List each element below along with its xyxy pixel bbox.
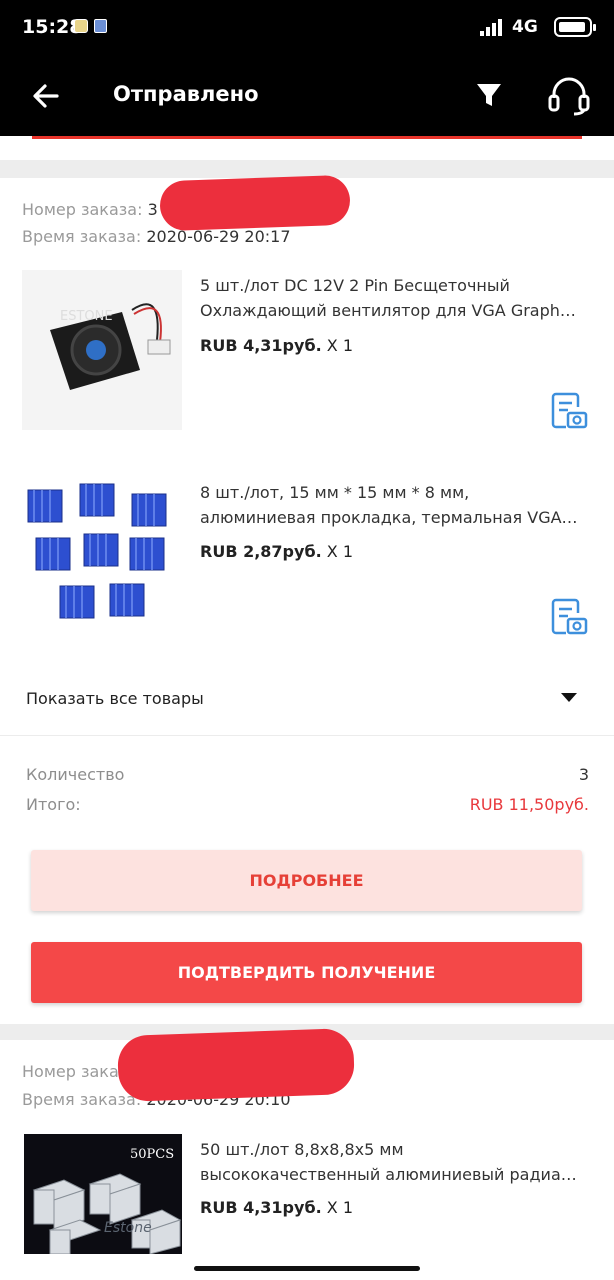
redaction-mark — [159, 174, 351, 232]
order-card: Номер заказа: Время заказа: 2020-06-29 2… — [0, 1027, 614, 1280]
page-title: Отправлено — [113, 82, 259, 106]
show-all-items[interactable]: Показать все товары — [26, 689, 204, 708]
network-type: 4G — [512, 17, 538, 37]
review-button[interactable] — [550, 596, 588, 636]
product-title[interactable]: 8 шт./лот, 15 мм * 15 мм * 8 мм, алюмини… — [200, 480, 592, 530]
order-time: Время заказа: 2020-06-29 20:17 — [22, 227, 291, 246]
arrow-left-icon — [33, 84, 59, 108]
chevron-down-icon[interactable] — [561, 693, 577, 702]
redaction-mark — [116, 1027, 356, 1103]
svg-text:Estone: Estone — [104, 1220, 152, 1236]
status-bar: 15:28 4G — [0, 0, 614, 56]
review-button[interactable] — [550, 390, 588, 430]
signal-icon — [480, 18, 506, 36]
headset-icon — [548, 77, 590, 116]
back-button[interactable] — [28, 78, 64, 114]
battery-icon — [554, 17, 596, 37]
quantity-label: Количество — [26, 765, 125, 784]
product-title[interactable]: 50 шт./лот 8,8х8,8х5 мм высококачественн… — [200, 1137, 592, 1187]
photo-review-icon — [551, 392, 588, 429]
product-price: RUB 4,31руб. X 1 — [200, 1198, 354, 1217]
filter-icon — [477, 84, 501, 106]
product-price: RUB 4,31руб. X 1 — [200, 336, 354, 355]
photo-review-icon — [551, 598, 588, 635]
heatsink-image: 50PCS Estone — [24, 1134, 182, 1254]
fan-image: ESTONE — [22, 270, 182, 430]
support-button[interactable] — [546, 74, 592, 116]
divider — [0, 735, 614, 736]
details-button[interactable]: ПОДРОБНЕЕ — [31, 850, 582, 911]
svg-text:50PCS: 50PCS — [130, 1147, 174, 1162]
total-value: RUB 11,50руб. — [469, 795, 589, 814]
quantity-value: 3 — [578, 765, 589, 784]
total-label: Итого: — [26, 795, 81, 814]
filter-button[interactable] — [474, 78, 504, 112]
product-image[interactable]: ESTONE — [22, 270, 182, 430]
heatsink-image — [22, 476, 182, 636]
order-number: Номер заказа: 3 — [22, 200, 158, 219]
app-header: Отправлено — [0, 56, 614, 136]
notification-icon — [74, 19, 88, 33]
product-image[interactable]: 50PCS Estone — [24, 1134, 182, 1254]
product-title[interactable]: 5 шт./лот DC 12V 2 Pin Бесщеточный Охлаж… — [200, 273, 592, 323]
product-image[interactable] — [22, 476, 182, 636]
home-indicator[interactable] — [194, 1266, 420, 1271]
product-price: RUB 2,87руб. X 1 — [200, 542, 354, 561]
gallery-notification-icon — [94, 19, 107, 33]
svg-text:ESTONE: ESTONE — [60, 309, 113, 324]
confirm-receipt-button[interactable]: ПОДТВЕРДИТЬ ПОЛУЧЕНИЕ — [31, 942, 582, 1003]
